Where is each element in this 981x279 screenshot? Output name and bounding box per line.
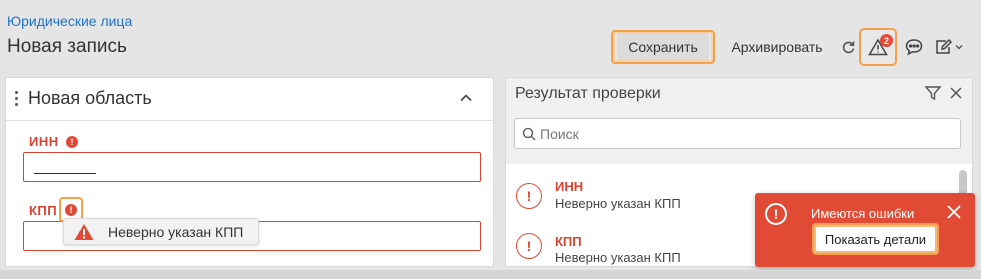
inn-field[interactable] — [23, 152, 481, 182]
search-icon — [522, 127, 536, 141]
drag-handle-icon[interactable] — [15, 91, 19, 107]
result-field[interactable]: ИНН — [555, 179, 583, 194]
chevron-down-icon — [955, 45, 963, 50]
close-icon[interactable] — [948, 85, 964, 101]
save-button[interactable]: Сохранить — [611, 30, 715, 64]
search-input[interactable]: Поиск — [514, 118, 961, 149]
section-header: Новая область — [6, 78, 493, 121]
result-field[interactable]: КПП — [555, 234, 582, 249]
result-message: Неверно указан КПП — [555, 196, 681, 211]
warning-icon — [74, 223, 94, 240]
toast-message: Имеются ошибки — [811, 206, 915, 221]
chevron-up-icon[interactable] — [456, 88, 476, 108]
kpp-error-dot: ! — [65, 203, 77, 216]
inn-error-icon[interactable]: ! — [66, 136, 78, 148]
error-icon: ! — [765, 203, 787, 225]
edit-menu-button[interactable] — [932, 35, 966, 59]
filter-icon[interactable] — [924, 84, 942, 102]
error-icon: ! — [516, 183, 542, 209]
bottom-scrollbar[interactable] — [0, 270, 981, 279]
error-tooltip: Неверно указан КПП — [63, 218, 259, 245]
refresh-icon[interactable] — [836, 35, 860, 59]
search-placeholder: Поиск — [540, 125, 579, 142]
breadcrumb[interactable]: Юридические лица — [7, 13, 132, 29]
save-button-label: Сохранить — [617, 34, 709, 60]
result-message: Неверно указан КПП — [555, 250, 681, 265]
close-icon[interactable] — [945, 203, 963, 221]
tooltip-text: Неверно указан КПП — [108, 223, 244, 240]
show-details-button[interactable]: Показать детали — [816, 227, 935, 251]
warnings-button[interactable]: 2 — [859, 28, 897, 66]
inn-label: ИНН — [29, 134, 59, 149]
archive-button[interactable]: Архивировать — [722, 33, 832, 61]
warnings-count-badge: 2 — [880, 34, 893, 47]
page-title: Новая запись — [7, 36, 127, 57]
kpp-label: КПП — [29, 203, 58, 218]
error-toast: ! Имеются ошибки Показать детали — [755, 193, 975, 267]
error-icon: ! — [516, 233, 542, 259]
show-details-highlight: Показать детали — [812, 223, 939, 255]
results-title: Результат проверки — [515, 85, 661, 102]
edit-icon — [936, 38, 953, 54]
comment-icon[interactable] — [902, 35, 926, 59]
section-title: Новая область — [28, 88, 152, 108]
inn-field-mask — [34, 173, 96, 174]
